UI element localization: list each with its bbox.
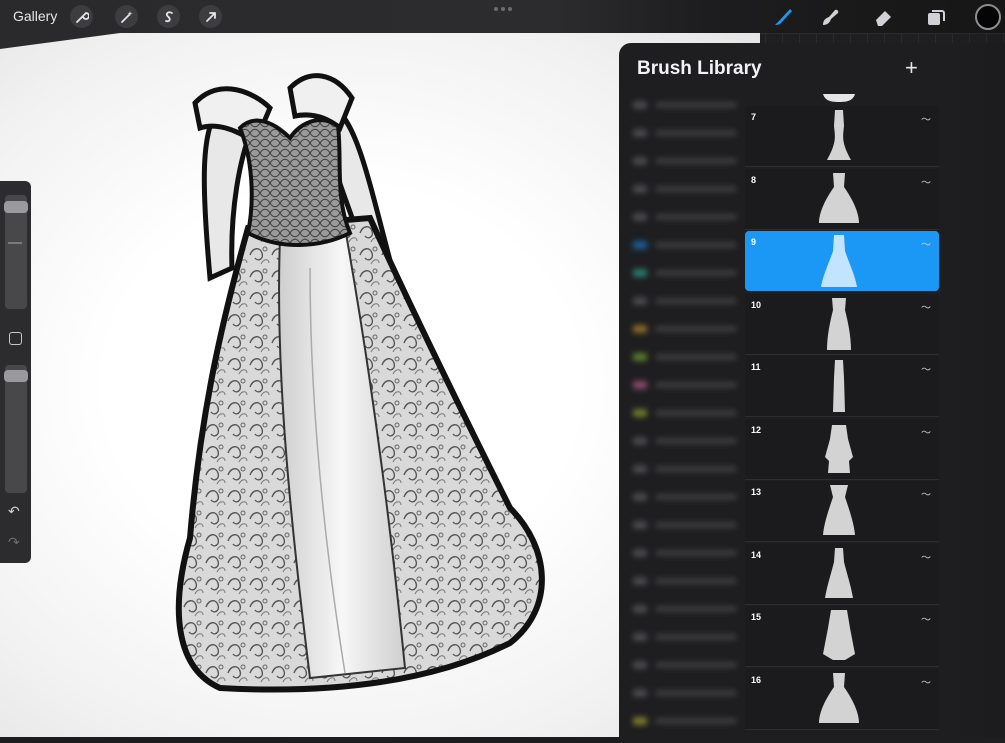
brush-number: 10: [751, 299, 762, 310]
brush-set-item[interactable]: [633, 237, 741, 253]
brush-thumbnail-dress: [821, 235, 857, 287]
brush-item[interactable]: 16 〜: [745, 668, 939, 730]
panel-title: Brush Library: [637, 58, 762, 79]
layers-icon[interactable]: [924, 5, 948, 29]
brush-stroke-icon: 〜: [921, 177, 931, 189]
brush-set-item[interactable]: [633, 153, 741, 169]
brush-set-item[interactable]: [633, 517, 741, 533]
brush-set-item[interactable]: [633, 433, 741, 449]
brush-item-selected[interactable]: 9 〜: [745, 231, 939, 291]
brush-thumbnail-dress: [823, 610, 855, 660]
brush-stroke-icon: 〜: [921, 240, 931, 251]
brush-set-item[interactable]: [633, 573, 741, 589]
brush-set-item[interactable]: [633, 461, 741, 477]
brush-set-item[interactable]: [633, 209, 741, 225]
brush-item[interactable]: 12 〜: [745, 418, 939, 480]
brush-item[interactable]: 15 〜: [745, 606, 939, 667]
brush-thumbnail-dress: [823, 485, 855, 535]
smudge-icon[interactable]: [818, 5, 842, 29]
modify-button[interactable]: [9, 332, 22, 345]
brush-thumbnail-dress: [819, 172, 859, 223]
brush-stroke-icon: 〜: [921, 365, 931, 376]
brush-stroke-icon: 〜: [921, 552, 931, 564]
brush-set-item[interactable]: [633, 657, 741, 673]
redo-icon[interactable]: ↷: [8, 534, 20, 551]
brush-number: 14: [751, 549, 762, 560]
brush-thumbnail-dress: [827, 297, 851, 350]
add-brush-button[interactable]: +: [905, 55, 918, 81]
eraser-icon[interactable]: [872, 5, 896, 29]
brush-item[interactable]: 8 〜: [745, 168, 939, 230]
brush-number: 9: [751, 237, 757, 247]
brush-thumbnail-dress: [819, 672, 859, 723]
color-picker-button[interactable]: [975, 4, 1001, 30]
brush-stroke-icon: 〜: [921, 302, 931, 314]
brush-set-item[interactable]: [633, 125, 741, 141]
opacity-knob[interactable]: [4, 370, 28, 382]
brush-item[interactable]: 11 〜: [745, 356, 939, 417]
gallery-button[interactable]: Gallery: [13, 8, 57, 24]
brush-stroke-icon: 〜: [921, 115, 931, 126]
brush-item-partial[interactable]: [745, 94, 939, 106]
brush-number: 15: [751, 612, 762, 622]
undo-icon[interactable]: ↶: [8, 503, 20, 520]
brush-item[interactable]: 7 〜: [745, 106, 939, 167]
brush-set-item[interactable]: [633, 349, 741, 365]
brush-number: 8: [751, 174, 757, 185]
top-toolbar: Gallery: [0, 0, 1005, 33]
brush-stroke-icon: 〜: [921, 427, 931, 439]
selection-s-icon[interactable]: [157, 5, 180, 28]
brush-set-item[interactable]: [633, 489, 741, 505]
magic-wand-icon[interactable]: [115, 5, 138, 28]
brush-stroke-icon: 〜: [921, 677, 931, 689]
brush-number: 11: [751, 362, 761, 372]
brush-sets-list: [619, 95, 745, 743]
brush-item[interactable]: 13 〜: [745, 481, 939, 542]
brush-stroke-icon: 〜: [921, 615, 931, 626]
brush-item[interactable]: 10 〜: [745, 293, 939, 355]
brush-set-item[interactable]: [633, 265, 741, 281]
edge-shadow: [940, 33, 1005, 737]
brush-number: 7: [751, 112, 757, 122]
brush-size-knob[interactable]: [4, 201, 28, 213]
brush-thumbnail-dress: [825, 424, 853, 473]
brush-set-item[interactable]: [633, 713, 741, 729]
side-toolbar: ↶ ↷: [0, 181, 31, 563]
brush-item[interactable]: 14 〜: [745, 543, 939, 605]
drag-handle[interactable]: [494, 7, 512, 11]
opacity-slider[interactable]: [5, 365, 27, 493]
brush-stroke-icon: 〜: [921, 490, 931, 501]
brush-set-item[interactable]: [633, 181, 741, 197]
brush-number: 12: [751, 424, 762, 435]
brush-set-item[interactable]: [633, 293, 741, 309]
brush-set-item[interactable]: [633, 321, 741, 337]
brush-set-item[interactable]: [633, 97, 741, 113]
brush-set-item[interactable]: [633, 685, 741, 701]
brush-thumbnail-dress: [833, 360, 845, 412]
brush-set-item[interactable]: [633, 377, 741, 393]
brush-set-item[interactable]: [633, 601, 741, 617]
wrench-icon[interactable]: [70, 5, 93, 28]
brush-number: 16: [751, 674, 762, 685]
brush-thumbnail-dress: [825, 547, 853, 598]
brush-set-item[interactable]: [633, 629, 741, 645]
transform-arrow-icon[interactable]: [199, 5, 222, 28]
dress-illustration: [175, 73, 545, 693]
slider-tick: [8, 242, 22, 244]
brush-set-item[interactable]: [633, 405, 741, 421]
brush-icon[interactable]: [771, 5, 795, 29]
brush-number: 13: [751, 487, 762, 497]
brush-thumbnail-dress: [827, 110, 851, 160]
brush-set-item[interactable]: [633, 545, 741, 561]
